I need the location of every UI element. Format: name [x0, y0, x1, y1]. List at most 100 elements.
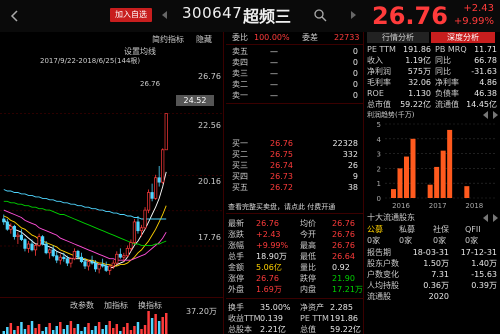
candle: [161, 149, 165, 183]
order-book: 委比 100.00% 委差 22733 卖五 — 0 卖四 — 0 卖三 — 0 卖二 — 0 卖一 — 0…: [226, 32, 364, 334]
candle: [164, 113, 168, 151]
order-paywall-note[interactable]: 查看完整买卖盘，请点此 付费开通: [228, 202, 335, 212]
candle: [2, 218, 6, 223]
quote-label: 内盘: [300, 285, 316, 294]
quote-label: 总手: [228, 252, 244, 261]
level-volume: 22328: [332, 139, 358, 148]
stock-header: 加入自选 300647 超频三 26.76 +2.43 +9.99%: [0, 0, 500, 32]
candle: [19, 234, 24, 240]
quote-value: 59.22亿: [330, 325, 361, 334]
profit-bar: [440, 150, 446, 198]
candle: [143, 209, 147, 229]
stats-table: 换手 35.00% 净资产 2.285 收益TTM 0.139 PE TTM 191.86 总股…: [226, 302, 364, 334]
add-watchlist-button[interactable]: 加入自选: [110, 8, 152, 22]
tab-switch-indicator[interactable]: 换指标: [138, 300, 162, 311]
candle: [115, 253, 119, 264]
profit-bar: [391, 189, 396, 198]
quote-label: 涨跌: [228, 230, 244, 239]
level-price: —: [270, 80, 278, 89]
candle: [76, 250, 80, 258]
candle: [111, 262, 115, 267]
level-price: 26.74: [270, 161, 293, 170]
quote-label: 收益TTM: [228, 314, 261, 323]
quote-value: 191.86: [330, 314, 358, 323]
y-tick-label: 3: [377, 151, 381, 159]
holders-title[interactable]: 十大流通股东: [367, 212, 415, 223]
tab-deep-analysis[interactable]: 深度分析: [431, 32, 495, 43]
candle: [122, 255, 126, 258]
holder-stat-label: 流通股: [367, 292, 391, 301]
quote-value: 2.21亿: [260, 325, 286, 334]
fundamentals-table: PE TTM 191.86 PB MRQ 11.71 收入 1.19亿 同比 66.78 净利润…: [365, 44, 500, 110]
candle: [72, 250, 76, 260]
quote-value: 21.90: [332, 274, 355, 283]
fund-value: 14.45亿: [466, 100, 497, 109]
quote-value: 2.285: [330, 303, 353, 312]
holder-type[interactable]: QFII: [465, 224, 481, 235]
candle: [129, 242, 133, 249]
quote-value: 5.06亿: [256, 263, 282, 272]
profit-bar: [427, 184, 433, 198]
level-price: —: [270, 69, 278, 78]
quote-label: 均价: [300, 219, 316, 228]
level-price: 26.72: [270, 183, 293, 192]
ma-line-ma5: [3, 171, 167, 268]
candle: [154, 177, 158, 199]
holder-stat-value: -15.63: [471, 270, 497, 279]
quote-value: 26.64: [332, 252, 355, 261]
level-price: 26.76: [270, 139, 293, 148]
holder-type[interactable]: 公募: [367, 224, 383, 235]
candle: [16, 234, 20, 237]
level-label: 卖五: [232, 47, 248, 56]
y-tick-label: 5: [377, 121, 381, 129]
next-stock-icon[interactable]: [348, 10, 358, 20]
fund-value: -31.63: [471, 67, 497, 76]
candle: [79, 256, 84, 262]
candle: [132, 221, 137, 243]
holder-type[interactable]: 社保: [433, 224, 449, 235]
holder-type[interactable]: 私募: [399, 224, 415, 235]
quote-label: 外盘: [228, 285, 244, 294]
holder-stat-value: 0.39万: [471, 281, 497, 290]
candle: [44, 243, 48, 254]
profit-bar: [397, 168, 403, 198]
holders-prev-icon[interactable]: [483, 214, 489, 224]
candle: [55, 255, 59, 261]
holder-stat-value: 17-12-31: [460, 248, 497, 257]
quote-value: +9.99%: [256, 241, 289, 250]
tab-add-indicator[interactable]: 加指标: [104, 300, 128, 311]
holder-stat-value: 18-03-31: [412, 248, 449, 257]
change-percent: +9.99%: [453, 16, 494, 27]
profit-bar: [410, 138, 416, 198]
candle: [26, 243, 31, 249]
quote-value: 26.76: [256, 219, 279, 228]
search-icon[interactable]: [313, 8, 327, 22]
quote-label: 涨停: [228, 274, 244, 283]
holder-count: 0家: [465, 236, 479, 245]
candle: [48, 249, 52, 254]
level-volume: 0: [352, 69, 358, 78]
quote-label: 最高: [300, 241, 316, 250]
level-volume: 26: [347, 161, 358, 170]
quote-value: 26.76: [332, 219, 355, 228]
tab-edit-params[interactable]: 改参数: [70, 300, 94, 311]
holder-stat-value: 7.31: [431, 270, 449, 279]
tab-market-analysis[interactable]: 行情分析: [367, 32, 429, 43]
profit-bar: [464, 186, 470, 198]
candle: [51, 249, 55, 257]
fund-value: 1.130: [408, 89, 431, 98]
prev-stock-icon[interactable]: [160, 10, 170, 20]
buy-levels: 买一 26.76 22328 买二 26.75 332 买三 26.74 26 买四 26.73 9 买…: [226, 138, 364, 194]
back-arrow-icon[interactable]: [8, 9, 22, 23]
holder-stat-label: 股东户数: [367, 259, 399, 268]
quote-label: 换手: [228, 303, 244, 312]
level-volume: 9: [352, 172, 358, 181]
divider: [226, 213, 364, 214]
fund-value: 575万: [407, 67, 431, 76]
holders-next-icon[interactable]: [492, 214, 498, 224]
y-tick-label: 1: [377, 180, 381, 188]
quote-value: 0.139: [260, 314, 283, 323]
fund-label: 同比: [435, 67, 451, 76]
fund-value: 191.86: [403, 45, 431, 54]
fund-label: 流通值: [435, 100, 459, 109]
